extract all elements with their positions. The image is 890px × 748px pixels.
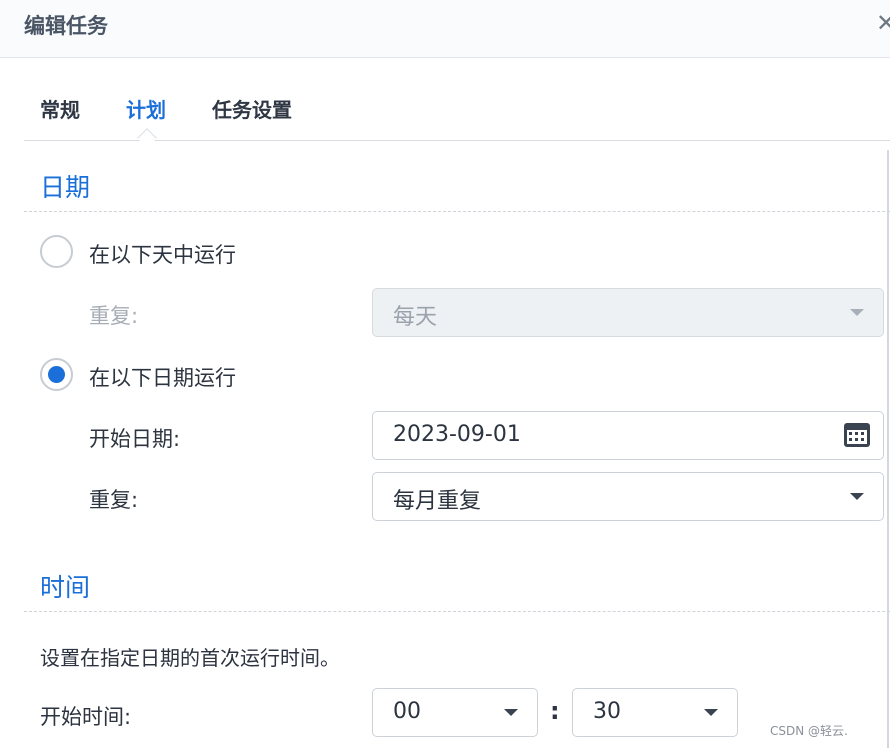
chevron-down-icon — [504, 709, 518, 716]
calendar-icon[interactable] — [843, 422, 871, 448]
close-icon[interactable]: ✕ — [876, 8, 890, 38]
dialog-titlebar: 编辑任务 ✕ — [0, 0, 890, 58]
time-description: 设置在指定日期的首次运行时间。 — [40, 646, 340, 670]
tab-task-settings[interactable]: 任务设置 — [212, 94, 292, 123]
scrollbar-track[interactable] — [887, 150, 889, 748]
minute-value: 30 — [593, 699, 621, 724]
radio-run-on-date[interactable] — [40, 358, 73, 391]
tab-schedule[interactable]: 计划 — [126, 94, 166, 123]
minute-select[interactable]: 30 — [572, 688, 738, 737]
start-date-field[interactable]: 2023-09-01 — [372, 411, 884, 460]
time-separator: : — [550, 697, 560, 725]
chevron-down-icon — [704, 709, 718, 716]
start-time-label: 开始时间: — [40, 705, 132, 729]
dialog-title: 编辑任务 — [24, 14, 108, 38]
radio-run-on-days[interactable] — [40, 235, 73, 268]
date-section-title: 日期 — [40, 173, 91, 202]
watermark: CSDN @轻云. — [770, 724, 848, 738]
chevron-down-icon — [850, 309, 864, 316]
time-section-title: 时间 — [40, 573, 91, 602]
time-section-divider — [24, 611, 890, 612]
repeat-daily-label: 重复: — [89, 304, 139, 328]
hour-select[interactable]: 00 — [372, 688, 538, 737]
active-tab-pointer — [137, 128, 157, 148]
repeat-date-value: 每月重复 — [393, 489, 482, 514]
repeat-date-select[interactable]: 每月重复 — [372, 472, 884, 521]
chevron-down-icon — [850, 493, 864, 500]
tab-general[interactable]: 常规 — [40, 94, 80, 123]
repeat-daily-value: 每天 — [393, 305, 438, 330]
tab-bar: 常规 计划 任务设置 — [24, 84, 890, 148]
hour-value: 00 — [393, 699, 421, 724]
start-date-value: 2023-09-01 — [393, 422, 521, 447]
date-section-divider — [24, 211, 890, 212]
radio-run-on-days-label[interactable]: 在以下天中运行 — [89, 239, 236, 269]
repeat-daily-select: 每天 — [372, 288, 884, 337]
start-date-label: 开始日期: — [89, 427, 181, 451]
repeat-date-label: 重复: — [89, 488, 139, 512]
radio-run-on-date-label[interactable]: 在以下日期运行 — [89, 362, 236, 392]
